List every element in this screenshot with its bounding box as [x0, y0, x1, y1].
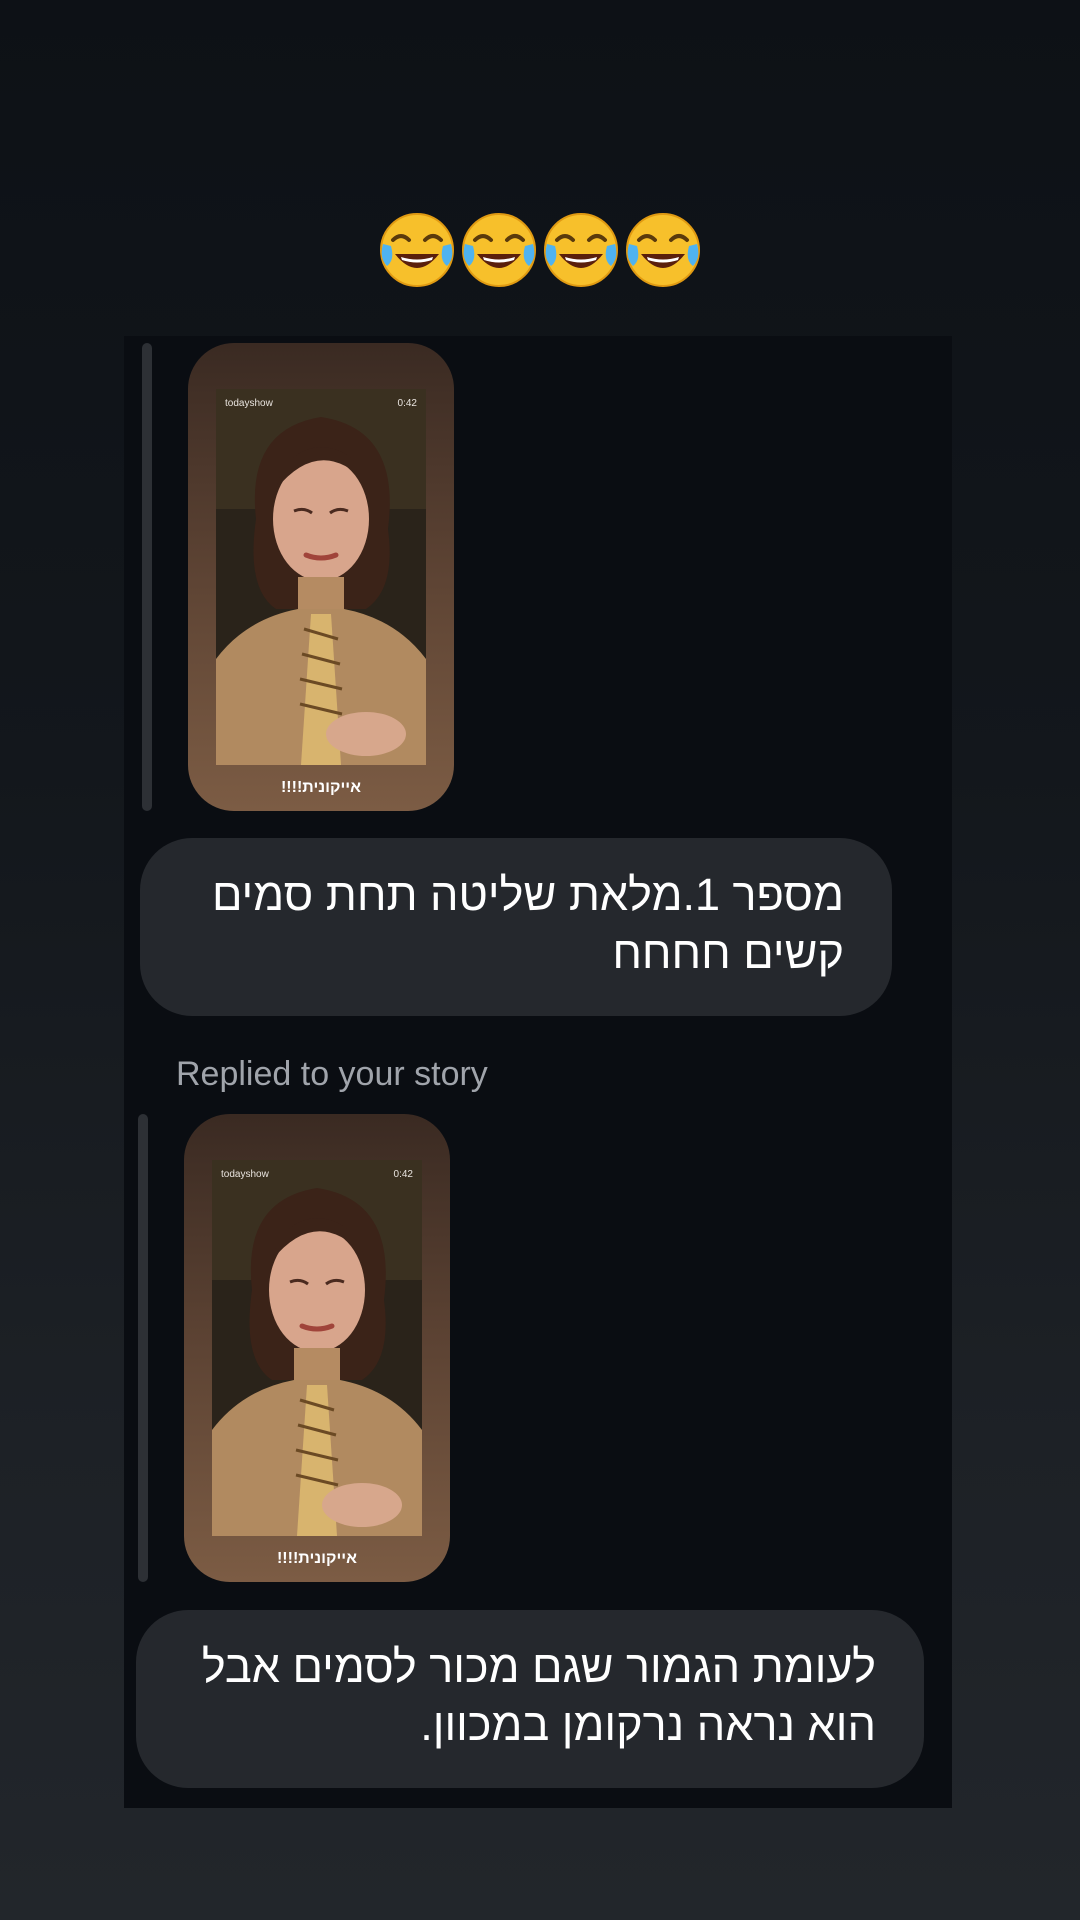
- story-source-label: todayshow: [225, 398, 273, 409]
- story-video-thumbnail: todayshow 0:42: [216, 389, 426, 765]
- replied-to-story-label: Replied to your story: [176, 1055, 488, 1093]
- story-duration-label: 0:42: [397, 398, 417, 409]
- message-text: לעומת הגמור שגם מכור לסמים אבל הוא נראה …: [201, 1641, 876, 1750]
- face-with-tears-of-joy-icon: [541, 210, 621, 290]
- story-caption: אייקונית!!!!: [280, 779, 362, 796]
- story-source-label: todayshow: [221, 1169, 269, 1180]
- message-bubble[interactable]: מספר 1.מלאת שליטה תחת סמים קשים חחחח: [140, 838, 892, 1016]
- story-video-thumbnail: todayshow 0:42: [212, 1160, 422, 1536]
- message-bubble[interactable]: לעומת הגמור שגם מכור לסמים אבל הוא נראה …: [136, 1610, 924, 1788]
- reply-indicator-line: [138, 1114, 148, 1582]
- face-with-tears-of-joy-icon: [623, 210, 703, 290]
- story-caption: אייקונית!!!!: [276, 1550, 358, 1567]
- story-video-frame-image: [216, 389, 426, 765]
- story-video-frame-image: [212, 1160, 422, 1536]
- face-with-tears-of-joy-icon: [377, 210, 457, 290]
- story-preview-card[interactable]: todayshow 0:42 אייקונית!!!!: [188, 343, 454, 811]
- face-with-tears-of-joy-icon: [459, 210, 539, 290]
- story-duration-label: 0:42: [393, 1169, 413, 1180]
- message-text: מספר 1.מלאת שליטה תחת סמים קשים חחחח: [211, 869, 844, 978]
- reaction-emoji-row: [0, 210, 1080, 290]
- story-preview-card[interactable]: todayshow 0:42 אייקונית!!!!: [184, 1114, 450, 1582]
- reply-indicator-line: [142, 343, 152, 811]
